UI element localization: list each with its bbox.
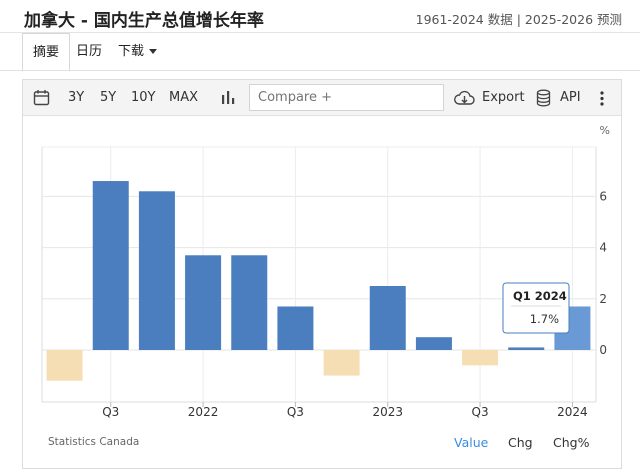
tooltip-value: 1.7% bbox=[530, 312, 559, 326]
data-bar bbox=[46, 350, 83, 381]
y-unit-label: % bbox=[600, 124, 610, 137]
data-bar bbox=[508, 347, 545, 350]
data-bar bbox=[185, 255, 222, 350]
x-tick-label: Q3 bbox=[287, 405, 304, 419]
data-bar bbox=[323, 350, 360, 376]
y-tick-label: 6 bbox=[599, 189, 607, 203]
tooltip-title: Q1 2024 bbox=[513, 289, 567, 303]
x-tick-label: 2023 bbox=[372, 405, 403, 419]
data-bar bbox=[462, 350, 499, 366]
x-tick-label: 2024 bbox=[557, 405, 588, 419]
data-bar bbox=[138, 191, 175, 350]
y-tick-label: 2 bbox=[599, 292, 607, 306]
view-chgpct-button[interactable]: Chg% bbox=[553, 435, 589, 450]
view-chg-button[interactable]: Chg bbox=[508, 435, 533, 450]
data-bar bbox=[92, 181, 129, 350]
source-label: Statistics Canada bbox=[48, 436, 140, 448]
data-bar bbox=[415, 337, 452, 350]
data-bar bbox=[277, 306, 314, 350]
chart-plot: 0 2 4 6% Q3 2022 Q3 2023 Q3 2024 Q1 2024 1.7% bbox=[41, 124, 610, 419]
x-tick-label: 2022 bbox=[188, 405, 219, 419]
view-value-button[interactable]: Value bbox=[454, 435, 488, 450]
data-bar bbox=[369, 286, 406, 350]
data-bar bbox=[231, 255, 268, 350]
y-tick-label: 0 bbox=[599, 343, 607, 357]
y-tick-label: 4 bbox=[599, 241, 607, 255]
x-tick-label: Q3 bbox=[102, 405, 119, 419]
x-tick-label: Q3 bbox=[472, 405, 489, 419]
